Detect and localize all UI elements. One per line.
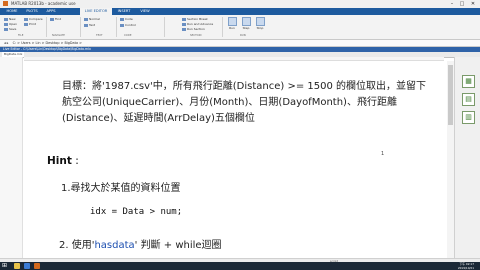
print-button[interactable]: Print (24, 22, 36, 26)
divider (222, 17, 223, 37)
section-break-button[interactable]: Section Break (182, 17, 208, 21)
section-run-label: RUN (240, 34, 246, 37)
item2-prefix: 2. 使用' (59, 240, 95, 251)
scrollbar-thumb[interactable] (448, 65, 453, 125)
open-button[interactable]: Open (4, 22, 17, 26)
divider (46, 17, 47, 37)
print-icon (24, 22, 28, 26)
title-bar: MATLAB R2013b - academic use – □ ✕ (0, 0, 480, 8)
save-icon (4, 27, 8, 31)
divider (116, 17, 117, 37)
stop-icon (255, 17, 265, 26)
output-inline-icon[interactable]: ▤ (462, 93, 475, 106)
hint-heading[interactable]: Hint : (47, 155, 79, 167)
run-section-icon (182, 27, 186, 31)
nav-arrows-icon[interactable]: ◂ ▸ (0, 41, 8, 45)
control-button[interactable]: Control (120, 23, 136, 27)
hide-output-icon[interactable]: ▥ (462, 111, 475, 124)
hint-item-2[interactable]: 2. 使用'hasdata' 判斷 + while迴圈 (59, 236, 222, 251)
line-marker: 1 (381, 151, 385, 157)
windows-taskbar: ⊞ 下午 02:17 2019/10/21 (0, 262, 480, 270)
tab-live-editor[interactable]: LIVE EDITOR (80, 8, 112, 15)
divider (164, 17, 165, 37)
output-right-icon[interactable]: ▦ (462, 75, 475, 88)
step-icon (241, 17, 251, 26)
code-line[interactable]: idx = Data > num; (90, 207, 182, 217)
file-explorer-icon[interactable] (14, 263, 20, 269)
vertical-scrollbar[interactable] (447, 61, 454, 258)
divider (80, 17, 81, 37)
browser-icon[interactable] (24, 263, 30, 269)
editor-title: Live Editor - C:\Users\Lin\Desktop\BigDa… (3, 47, 91, 51)
save-button[interactable]: Save (4, 27, 16, 31)
maximize-button[interactable]: □ (457, 0, 467, 8)
new-file-icon (4, 17, 8, 21)
tab-insert[interactable]: INSERT (114, 8, 134, 15)
text-icon (84, 23, 88, 27)
run-icon (227, 17, 237, 26)
stop-button[interactable]: Stop (254, 17, 266, 31)
run-button[interactable]: Run (226, 17, 238, 31)
editor-gutter (0, 57, 23, 258)
objective-paragraph[interactable]: 目標：將'1987.csv'中，所有飛行距離(Distance) >= 1500… (62, 79, 427, 127)
ribbon-toolbar: New Open Save Compare Print FILE Find NA… (0, 15, 480, 40)
tab-plots[interactable]: PLOTS (23, 8, 41, 15)
section-break-icon (182, 17, 186, 21)
ribbon-tab-bar: HOME PLOTS APPS LIVE EDITOR INSERT VIEW (0, 8, 480, 15)
close-button[interactable]: ✕ (468, 0, 478, 8)
control-icon (120, 23, 124, 27)
tab-apps[interactable]: APPS (42, 8, 60, 15)
clock-date: 2019/10/21 (457, 266, 474, 270)
tab-view[interactable]: VIEW (136, 8, 154, 15)
compare-icon (24, 17, 28, 21)
section-text-label: TEXT (96, 34, 103, 37)
code-button[interactable]: Code (120, 17, 133, 21)
run-advance-icon (182, 22, 186, 26)
folder-icon (4, 22, 8, 26)
run-and-advance-button[interactable]: Run and Advance (182, 22, 213, 26)
compare-button[interactable]: Compare (24, 17, 43, 21)
section-file-label: FILE (18, 34, 24, 37)
live-script-document[interactable]: 目標：將'1987.csv'中，所有飛行距離(Distance) >= 1500… (24, 61, 454, 258)
normal-style-dropdown[interactable]: Normal (84, 17, 100, 21)
text-button[interactable]: Text (84, 23, 95, 27)
code-icon (120, 17, 124, 21)
tab-home[interactable]: HOME (2, 8, 22, 15)
matlab-taskbar-icon[interactable] (34, 263, 40, 269)
run-section-button[interactable]: Run Section (182, 27, 205, 31)
window-title: MATLAB R2013b - academic use (11, 1, 76, 6)
section-section-label: SECTION (190, 34, 202, 37)
section-code-label: CODE (124, 34, 132, 37)
item2-suffix: ' 判斷 + while迴圈 (134, 240, 222, 251)
windows-start-icon[interactable]: ⊞ (2, 263, 8, 269)
section-navigate-label: NAVIGATE (52, 34, 65, 37)
find-button[interactable]: Find (50, 17, 61, 21)
hint-colon: : (71, 155, 79, 167)
step-button[interactable]: Step (240, 17, 252, 31)
current-folder-path[interactable]: C: > Users > Lin > Desktop > BigData > (10, 41, 82, 45)
current-folder-bar[interactable]: ◂ ▸ C: > Users > Lin > Desktop > BigData… (0, 40, 480, 47)
new-button[interactable]: New (4, 17, 16, 21)
item2-keyword: hasdata (94, 240, 135, 251)
hint-label: Hint (47, 155, 72, 167)
output-layout-panel: ▦ ▤ ▥ (454, 57, 480, 258)
hint-item-1[interactable]: 1.尋找大於某值的資料位置 (61, 179, 181, 194)
matlab-icon (3, 1, 8, 6)
minimize-button[interactable]: – (447, 0, 457, 8)
text-style-icon (84, 17, 88, 21)
system-clock[interactable]: 下午 02:17 2019/10/21 (458, 262, 474, 270)
search-icon (50, 17, 54, 21)
